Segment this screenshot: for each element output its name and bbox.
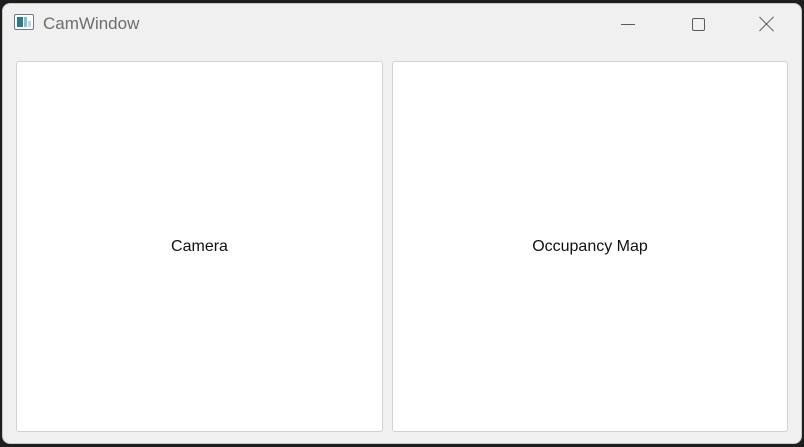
close-button[interactable] [732, 4, 801, 44]
camera-label: Camera [171, 237, 228, 255]
maximize-button[interactable] [663, 4, 733, 44]
title-bar[interactable]: CamWindow [3, 4, 801, 44]
minimize-icon [621, 23, 635, 25]
occupancy-map-label: Occupancy Map [532, 237, 648, 255]
app-window-icon [14, 14, 34, 30]
minimize-button[interactable] [593, 4, 663, 44]
camera-panel: Camera [16, 61, 383, 432]
occupancy-map-panel: Occupancy Map [392, 61, 788, 432]
maximize-icon [691, 17, 705, 31]
cam-window: CamWindow Camera Occupancy Map [2, 3, 802, 444]
window-title: CamWindow [43, 14, 140, 33]
close-icon [759, 16, 775, 32]
